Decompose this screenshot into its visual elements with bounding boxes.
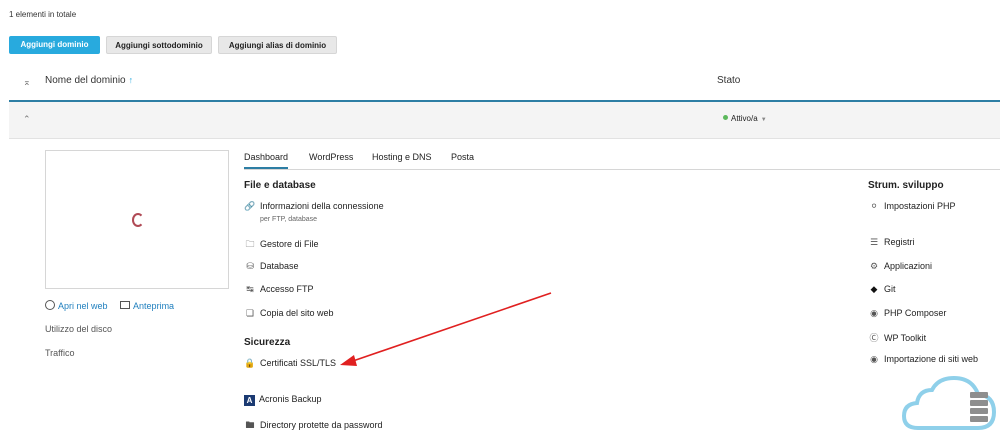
logs-label: Registri: [884, 237, 915, 247]
copy-icon: ❏: [245, 308, 255, 318]
preview-icon: [120, 301, 131, 309]
site-import-label: Importazione di siti web: [884, 354, 979, 364]
preview-link[interactable]: Anteprima: [110, 301, 174, 311]
applications-link[interactable]: ⚙ Applicazioni: [868, 261, 932, 272]
add-subdomain-button[interactable]: Aggiungi sottodominio: [106, 36, 212, 54]
ftp-access-link[interactable]: ↹ Accesso FTP: [244, 284, 314, 295]
security-title: Sicurezza: [244, 337, 291, 348]
status-badge[interactable]: Attivo/a ▼: [723, 114, 767, 123]
disk-usage-label: Utilizzo del disco: [45, 324, 113, 334]
folder-icon: 🗀: [245, 239, 255, 249]
php-icon: ⚪: [870, 201, 878, 211]
table-header: ⌅ Nome del dominio ↑ Stato: [9, 64, 1000, 102]
preview-label: Anteprima: [133, 301, 175, 311]
database-label: Database: [260, 261, 299, 271]
ssl-certificates-link[interactable]: 🔒 Certificati SSL/TLS: [244, 358, 336, 369]
chevron-down-icon: ▼: [760, 117, 767, 123]
total-count: 1 elementi in totale: [9, 10, 77, 19]
ssl-label: Certificati SSL/TLS: [260, 358, 337, 368]
site-copy-label: Copia del sito web: [260, 308, 334, 318]
traffic-label: Traffico: [45, 348, 75, 358]
globe-icon: [45, 300, 55, 310]
git-label: Git: [884, 284, 896, 294]
site-preview: [45, 150, 229, 289]
connection-info-label: Informazioni della connessione: [260, 201, 384, 211]
domain-tabs: Dashboard WordPress Hosting e DNS Posta: [244, 152, 1000, 170]
add-alias-button[interactable]: Aggiungi alias di dominio: [218, 36, 337, 54]
column-domain-name[interactable]: Nome del dominio ↑: [45, 75, 133, 86]
link-icon: 🔗: [244, 201, 256, 211]
wp-toolkit-link[interactable]: Ⓒ WP Toolkit: [868, 331, 926, 344]
collapse-row-icon[interactable]: ⌃: [23, 114, 31, 125]
acronis-label: Acronis Backup: [259, 394, 322, 404]
import-globe-icon: ◉: [870, 354, 878, 364]
add-domain-button[interactable]: Aggiungi dominio: [9, 36, 100, 54]
file-manager-label: Gestore di File: [260, 239, 319, 249]
applications-label: Applicazioni: [884, 261, 933, 271]
site-import-link[interactable]: ◉ Importazione di siti web: [868, 354, 978, 365]
logs-link[interactable]: ☰ Registri: [868, 237, 915, 248]
cloud-server-logo-icon: [901, 375, 997, 430]
column-domain-label: Nome del dominio: [45, 75, 126, 86]
git-link[interactable]: ◆ Git: [868, 284, 896, 295]
protected-dirs-link[interactable]: 🖿 Directory protette da password: [244, 418, 383, 434]
php-settings-label: Impostazioni PHP: [884, 201, 956, 211]
status-label: Attivo/a: [731, 114, 758, 123]
composer-icon: ◉: [870, 308, 878, 318]
database-icon: ⛁: [246, 261, 254, 271]
gear-icon: ⚙: [869, 261, 879, 271]
file-manager-link[interactable]: 🗀 Gestore di File: [244, 237, 319, 253]
tab-hosting-dns[interactable]: Hosting e DNS: [372, 152, 432, 167]
tab-wordpress[interactable]: WordPress: [309, 152, 353, 167]
certificate-icon: 🔒: [244, 358, 256, 368]
tab-mail[interactable]: Posta: [451, 152, 474, 167]
table-row[interactable]: ⌃ Attivo/a ▼: [9, 102, 1000, 139]
list-icon: ☰: [869, 237, 879, 247]
php-composer-label: PHP Composer: [884, 308, 947, 318]
ftp-icon: ↹: [246, 284, 254, 294]
protected-dirs-label: Directory protette da password: [260, 420, 383, 430]
sort-asc-icon: ↑: [128, 75, 134, 85]
git-icon: ◆: [870, 284, 878, 294]
dev-tools-title: Strum. sviluppo: [868, 180, 944, 191]
php-settings-link[interactable]: ⚪ Impostazioni PHP: [868, 201, 956, 212]
wp-toolkit-label: WP Toolkit: [884, 333, 927, 343]
protected-folder-icon: 🖿: [245, 420, 255, 430]
open-web-link[interactable]: Apri nel web: [45, 300, 108, 311]
connection-info-link[interactable]: 🔗 Informazioni della connessione: [244, 201, 384, 212]
tab-dashboard[interactable]: Dashboard: [244, 152, 289, 169]
connection-info-sub: per FTP, database: [260, 216, 318, 223]
status-dot-icon: [723, 115, 728, 120]
loading-spinner-icon: [132, 213, 144, 227]
site-links: Apri nel web Anteprima: [45, 300, 174, 311]
site-copy-link[interactable]: ❏ Copia del sito web: [244, 308, 334, 319]
column-state[interactable]: Stato: [717, 75, 740, 86]
wordpress-icon: Ⓒ: [869, 333, 879, 343]
collapse-all-icon[interactable]: ⌅: [23, 77, 31, 88]
files-db-title: File e database: [244, 180, 316, 191]
database-link[interactable]: ⛁ Database: [244, 261, 299, 272]
ftp-access-label: Accesso FTP: [260, 284, 314, 294]
php-composer-link[interactable]: ◉ PHP Composer: [868, 308, 946, 319]
acronis-logo-icon: A: [244, 395, 255, 406]
open-web-label: Apri nel web: [58, 301, 108, 311]
acronis-backup-link[interactable]: A Acronis Backup: [244, 394, 322, 406]
